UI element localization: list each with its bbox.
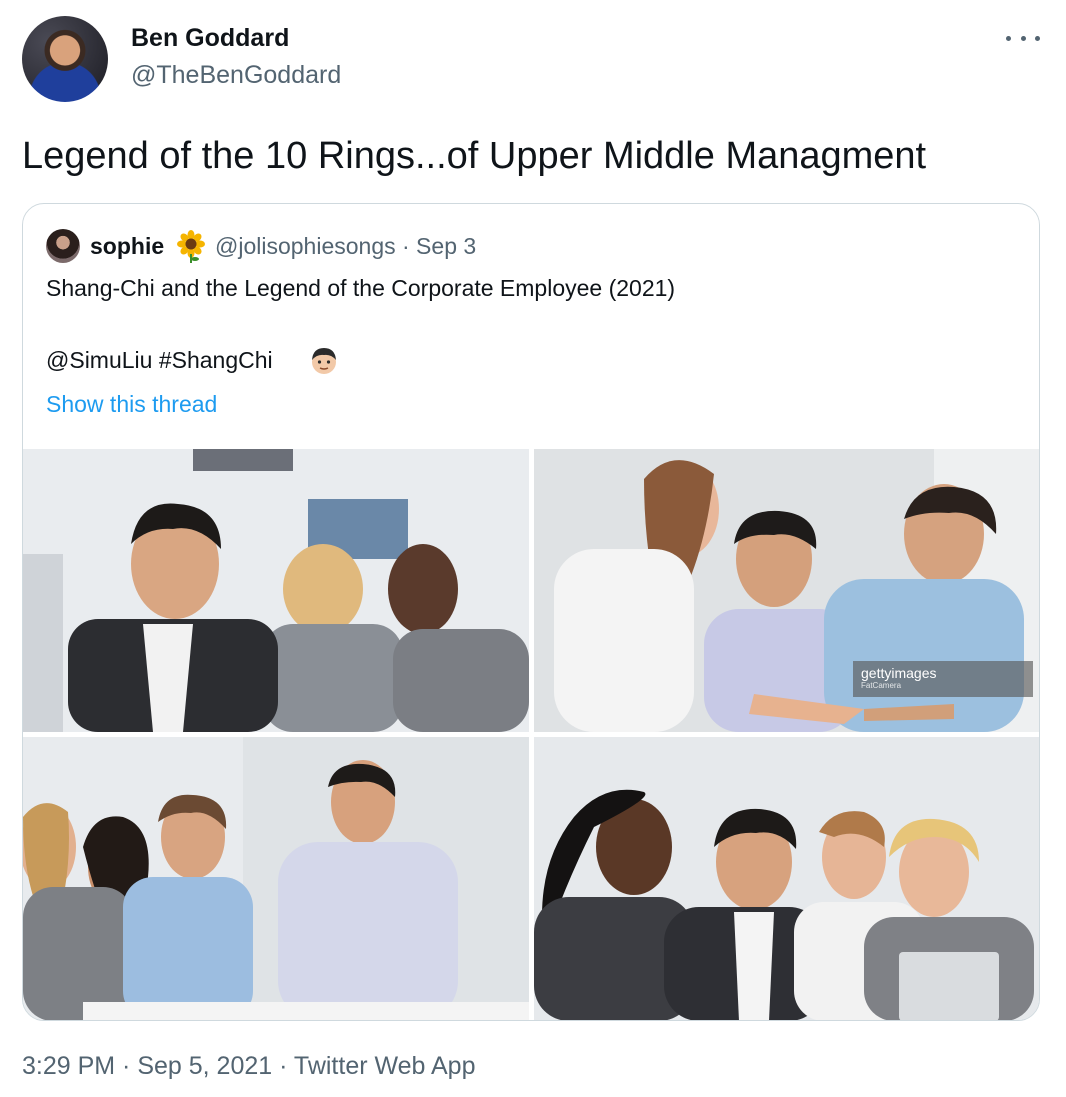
- quote-author-name[interactable]: sophie: [90, 233, 164, 260]
- author-avatar[interactable]: [22, 16, 108, 102]
- photo-grid: gettyimages FatCamera: [23, 449, 1039, 1020]
- photo-2[interactable]: gettyimages FatCamera: [534, 449, 1039, 732]
- more-options-icon[interactable]: [1006, 28, 1040, 48]
- author-name[interactable]: Ben Goddard: [131, 24, 289, 53]
- sunflower-icon: [177, 230, 205, 263]
- quote-avatar[interactable]: [46, 229, 80, 263]
- author-handle[interactable]: @TheBenGoddard: [131, 61, 341, 90]
- quote-text-line1: Shang-Chi and the Legend of the Corporat…: [46, 275, 676, 301]
- man-face-icon: [312, 348, 336, 374]
- watermark-text: gettyimages: [861, 665, 937, 681]
- quote-handle-date[interactable]: @jolisophiesongs · Sep 3: [215, 233, 476, 260]
- photo-4[interactable]: [534, 737, 1039, 1020]
- photo-3[interactable]: [23, 737, 529, 1020]
- tweet-timestamp[interactable]: 3:29 PM · Sep 5, 2021 · Twitter Web App: [22, 1052, 476, 1081]
- photo-1[interactable]: [23, 449, 529, 732]
- getty-watermark: gettyimages FatCamera: [853, 661, 1033, 697]
- show-thread-link[interactable]: Show this thread: [46, 391, 217, 418]
- quote-text-line2[interactable]: @SimuLiu #ShangChi: [46, 347, 273, 374]
- tweet-text: Legend of the 10 Rings...of Upper Middle…: [22, 135, 927, 177]
- watermark-subtext: FatCamera: [861, 681, 902, 690]
- quote-tweet[interactable]: sophie @jolisophiesongs · Sep 3 Shang-Ch…: [22, 203, 1040, 1021]
